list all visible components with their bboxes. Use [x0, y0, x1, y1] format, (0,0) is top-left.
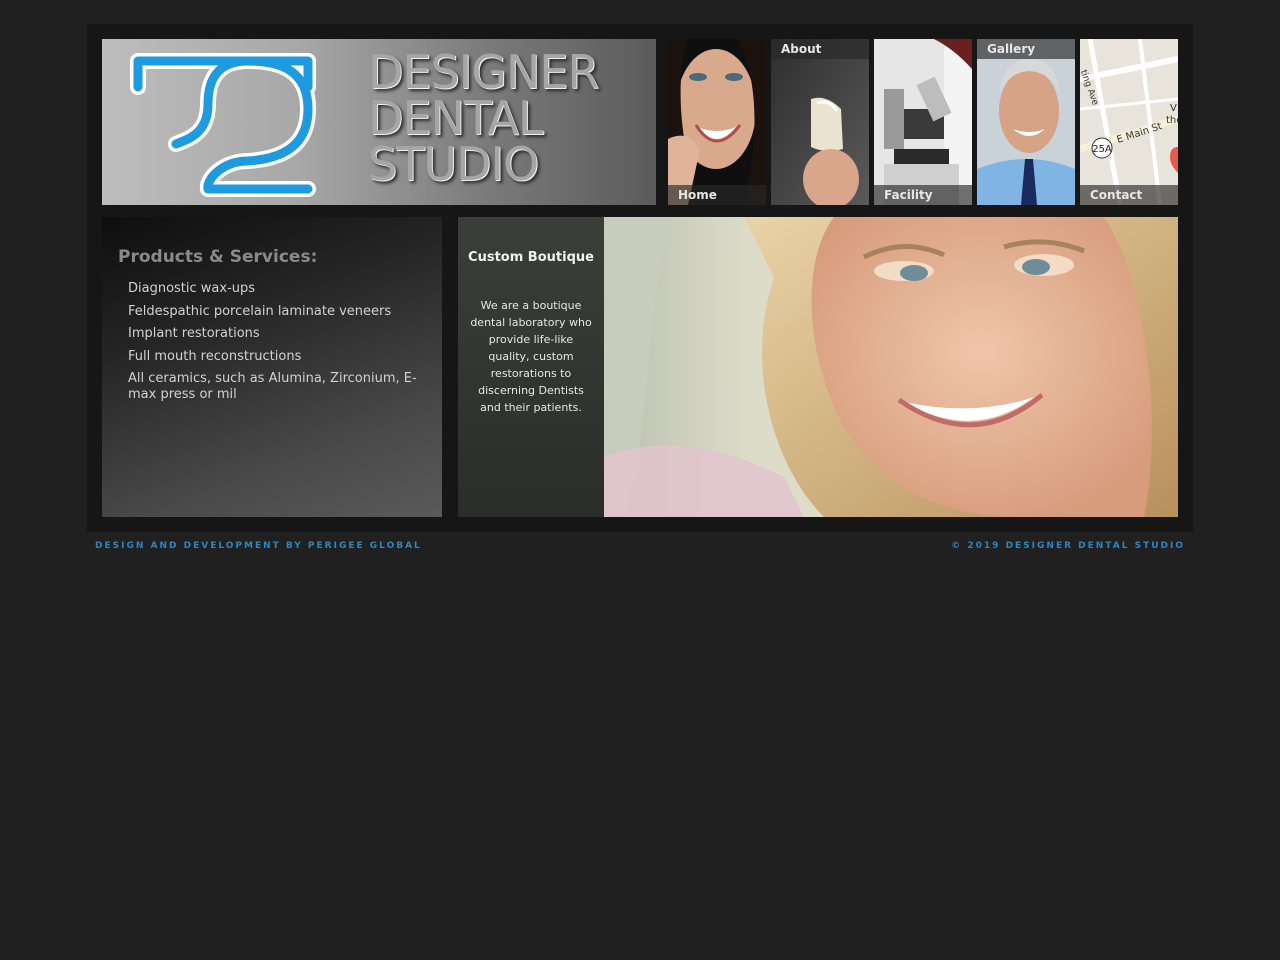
- list-item: All ceramics, such as Alumina, Zirconium…: [128, 371, 417, 402]
- microscope-photo-icon: [874, 39, 972, 205]
- footer-copyright: © 2019 DESIGNER DENTAL STUDIO: [951, 541, 1185, 551]
- smiling-woman-photo-icon: [668, 39, 766, 205]
- nav-home[interactable]: Home: [668, 39, 766, 205]
- footer-credit-link[interactable]: DESIGN AND DEVELOPMENT BY PERIGEE GLOBAL: [95, 541, 422, 551]
- smiling-woman-hero-photo-icon: [604, 217, 1178, 517]
- ds-logo-mark-icon: [130, 53, 316, 197]
- smiling-man-photo-icon: [977, 39, 1075, 205]
- nav-contact-label: Contact: [1080, 185, 1178, 205]
- logo-line-1: DESIGNER: [368, 45, 599, 99]
- nav-gallery-label: Gallery: [977, 39, 1075, 59]
- nav-facility-label: Facility: [874, 185, 972, 205]
- nav-about[interactable]: About: [771, 39, 869, 205]
- crown-restoration-photo-icon: [771, 39, 869, 205]
- logo-line-3: STUDIO: [368, 137, 539, 191]
- nav-contact[interactable]: 25A E Main St ting Ave V the Contact: [1080, 39, 1178, 205]
- logo-line-2: DENTAL: [368, 91, 544, 145]
- map-icon: 25A E Main St ting Ave V the: [1080, 39, 1178, 205]
- map-edge-text-1: V: [1170, 103, 1177, 114]
- nav-gallery[interactable]: Gallery: [977, 39, 1075, 205]
- list-item: Implant restorations: [128, 326, 260, 341]
- products-list: Diagnostic wax-ups Feldespathic porcelai…: [128, 281, 428, 410]
- nav-home-label: Home: [668, 185, 766, 205]
- list-item: Full mouth reconstructions: [128, 348, 302, 364]
- nav-facility[interactable]: Facility: [874, 39, 972, 205]
- hero-body: We are a boutique dental laboratory who …: [470, 299, 592, 414]
- hero-intro: Custom Boutique We are a boutique dental…: [458, 217, 604, 517]
- map-edge-text-2: the: [1166, 115, 1178, 126]
- products-panel: Products & Services: Diagnostic wax-ups …: [102, 217, 442, 517]
- list-item: Feldespathic porcelain laminate veneers: [128, 303, 392, 319]
- hero-title: Custom Boutique: [468, 250, 594, 265]
- nav-about-label: About: [771, 39, 869, 59]
- list-item: Diagnostic wax-ups: [128, 281, 256, 296]
- site-logo[interactable]: DESIGNER DENTAL STUDIO: [102, 39, 656, 205]
- hero-banner: Custom Boutique We are a boutique dental…: [458, 217, 1178, 517]
- logo-wordmark: DESIGNER DENTAL STUDIO: [368, 45, 599, 191]
- map-route-label: 25A: [1092, 144, 1112, 155]
- products-heading: Products & Services:: [118, 247, 318, 267]
